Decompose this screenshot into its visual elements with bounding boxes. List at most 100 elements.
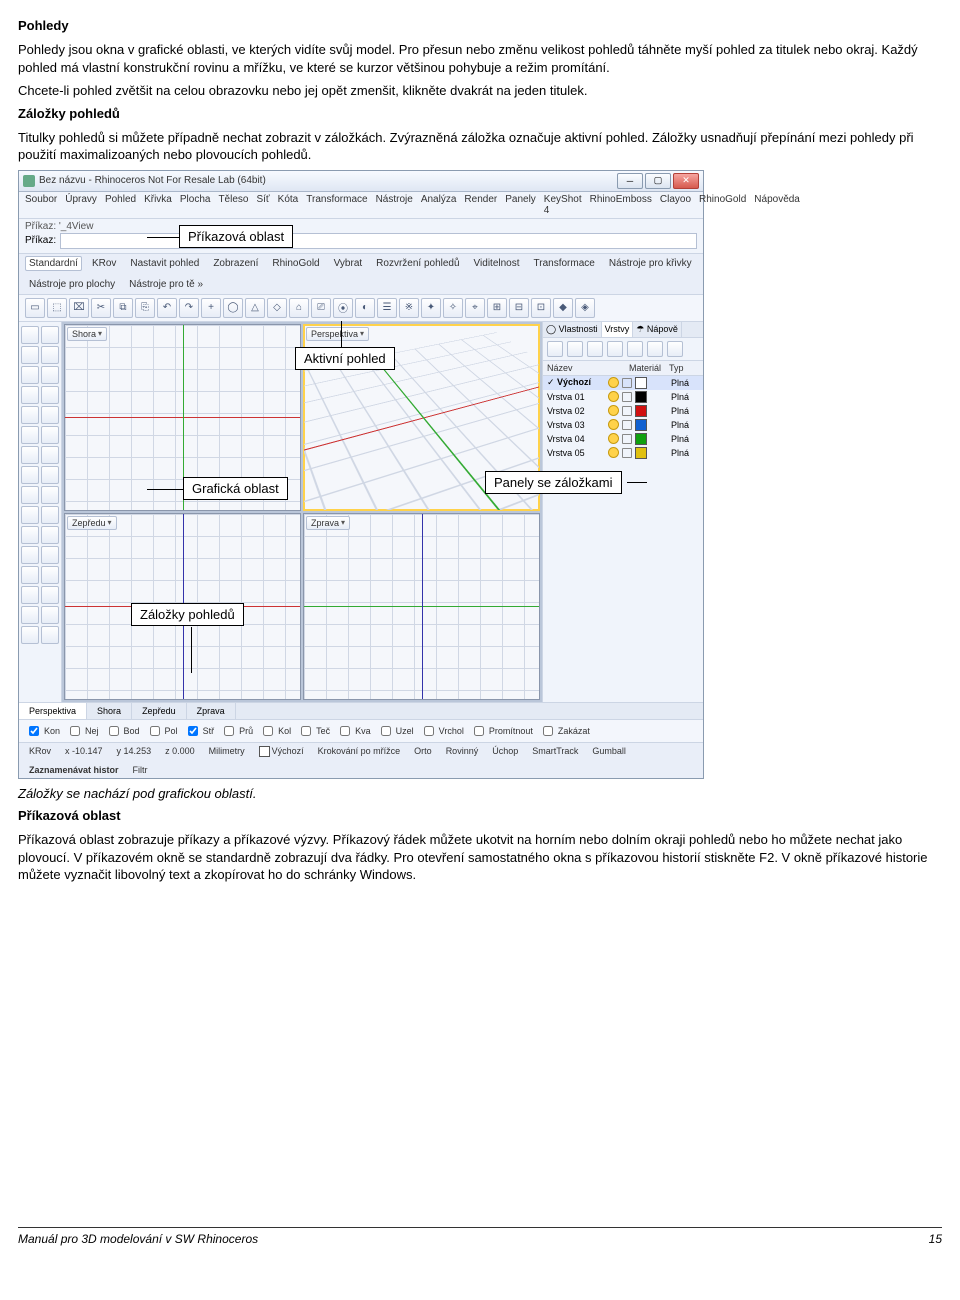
tool-button[interactable] xyxy=(21,466,39,484)
toolbar-button[interactable]: ⎚ xyxy=(311,298,331,318)
ribbon-tab[interactable]: Nástroje pro křivky xyxy=(605,256,696,271)
layer-tool-icon[interactable] xyxy=(587,341,603,357)
toolbar-button[interactable]: ✂ xyxy=(91,298,111,318)
tool-button[interactable] xyxy=(21,546,39,564)
layer-color-swatch[interactable] xyxy=(635,433,647,445)
tool-button[interactable] xyxy=(41,586,59,604)
ribbon-tab[interactable]: Nastavit pohled xyxy=(126,256,203,271)
tool-button[interactable] xyxy=(21,506,39,524)
tool-button[interactable] xyxy=(41,486,59,504)
tool-button[interactable] xyxy=(41,466,59,484)
status-filter[interactable]: Filtr xyxy=(129,764,152,776)
layer-lock-icon[interactable] xyxy=(622,434,632,444)
panel-tab[interactable]: Vrstvy xyxy=(602,322,634,337)
tool-button[interactable] xyxy=(21,626,39,644)
minimize-button[interactable]: ─ xyxy=(617,173,643,189)
tool-button[interactable] xyxy=(41,506,59,524)
layer-visibility-icon[interactable] xyxy=(608,419,619,430)
toolbar-button[interactable]: ✦ xyxy=(421,298,441,318)
layer-tool-icon[interactable] xyxy=(567,341,583,357)
osnap-option[interactable]: Zakázat xyxy=(539,723,590,739)
toolbar-button[interactable]: ◐ xyxy=(355,298,375,318)
menu-item[interactable]: Pohled xyxy=(105,194,136,216)
tool-button[interactable] xyxy=(41,366,59,384)
toolbar-button[interactable]: ✧ xyxy=(443,298,463,318)
tool-button[interactable] xyxy=(41,326,59,344)
layer-visibility-icon[interactable] xyxy=(608,447,619,458)
osnap-option[interactable]: Teč xyxy=(297,723,330,739)
tool-button[interactable] xyxy=(21,566,39,584)
menu-item[interactable]: KeyShot 4 xyxy=(544,194,582,216)
layer-color-swatch[interactable] xyxy=(635,419,647,431)
menu-item[interactable]: Analýza xyxy=(421,194,457,216)
toolbar-button[interactable]: ☰ xyxy=(377,298,397,318)
toolbar-button[interactable]: ⊡ xyxy=(531,298,551,318)
menu-item[interactable]: Nápověda xyxy=(754,194,800,216)
maximize-button[interactable]: ▢ xyxy=(645,173,671,189)
toolbar-button[interactable]: + xyxy=(201,298,221,318)
ribbon-tab[interactable]: Vybrat xyxy=(330,256,367,271)
tool-button[interactable] xyxy=(21,526,39,544)
menu-item[interactable]: Nástroje xyxy=(376,194,413,216)
layer-visibility-icon[interactable] xyxy=(608,433,619,444)
toolbar-button[interactable]: ⌂ xyxy=(289,298,309,318)
menu-item[interactable]: RhinoEmboss xyxy=(590,194,652,216)
toolbar-button[interactable]: ⊞ xyxy=(487,298,507,318)
tool-button[interactable] xyxy=(41,526,59,544)
toolbar-button[interactable]: ⎘ xyxy=(135,298,155,318)
osnap-option[interactable]: Uzel xyxy=(377,723,414,739)
menu-item[interactable]: Soubor xyxy=(25,194,57,216)
layer-visibility-icon[interactable] xyxy=(608,377,619,388)
layer-visibility-icon[interactable] xyxy=(608,405,619,416)
layer-visibility-icon[interactable] xyxy=(608,391,619,402)
layer-tool-icon[interactable] xyxy=(627,341,643,357)
toolbar-button[interactable]: ⌧ xyxy=(69,298,89,318)
toolbar-button[interactable]: ⧉ xyxy=(113,298,133,318)
menu-item[interactable]: Síť xyxy=(256,194,269,216)
tool-button[interactable] xyxy=(21,386,39,404)
command-input[interactable] xyxy=(60,233,697,249)
viewport-title-top[interactable]: Shora xyxy=(67,327,107,341)
toolbar-button[interactable]: ⬚ xyxy=(47,298,67,318)
toolbar-button[interactable]: △ xyxy=(245,298,265,318)
ribbon-tab[interactable]: Zobrazení xyxy=(209,256,262,271)
ribbon-tab[interactable]: Rozvržení pohledů xyxy=(372,256,463,271)
osnap-option[interactable]: Bod xyxy=(105,723,140,739)
osnap-option[interactable]: Kva xyxy=(336,723,371,739)
osnap-option[interactable]: Stř xyxy=(184,723,215,739)
status-planar[interactable]: Rovinný xyxy=(442,745,483,757)
status-gridsnap[interactable]: Krokování po mřížce xyxy=(314,745,405,757)
layer-tool-icon[interactable] xyxy=(647,341,663,357)
close-button[interactable]: ✕ xyxy=(673,173,699,189)
tool-button[interactable] xyxy=(41,346,59,364)
layer-lock-icon[interactable] xyxy=(622,406,632,416)
menu-item[interactable]: Kóta xyxy=(278,194,299,216)
tool-button[interactable] xyxy=(41,446,59,464)
tool-button[interactable] xyxy=(41,606,59,624)
status-record-history[interactable]: Zaznamenávat histor xyxy=(25,764,123,776)
osnap-option[interactable]: Kon xyxy=(25,723,60,739)
layer-color-swatch[interactable] xyxy=(635,447,647,459)
viewport-tab[interactable]: Shora xyxy=(87,703,132,719)
tool-button[interactable] xyxy=(21,426,39,444)
tool-button[interactable] xyxy=(21,326,39,344)
toolbar-button[interactable]: ↶ xyxy=(157,298,177,318)
layer-color-swatch[interactable] xyxy=(635,377,647,389)
tool-button[interactable] xyxy=(21,606,39,624)
ribbon-tab[interactable]: Viditelnost xyxy=(470,256,524,271)
tool-button[interactable] xyxy=(41,546,59,564)
layer-row[interactable]: Vrstva 03Plná xyxy=(543,418,703,432)
viewport-title-front[interactable]: Zepředu xyxy=(67,516,117,530)
layer-row[interactable]: Vrstva 01Plná xyxy=(543,390,703,404)
menu-item[interactable]: RhinoGold xyxy=(699,194,746,216)
menu-item[interactable]: Clayoo xyxy=(660,194,691,216)
status-osnap[interactable]: Úchop xyxy=(488,745,522,757)
status-ortho[interactable]: Orto xyxy=(410,745,436,757)
status-layer[interactable]: Výchozí xyxy=(255,745,308,758)
osnap-option[interactable]: Nej xyxy=(66,723,99,739)
toolbar-button[interactable]: ⊟ xyxy=(509,298,529,318)
tool-button[interactable] xyxy=(41,426,59,444)
layer-lock-icon[interactable] xyxy=(622,392,632,402)
tool-button[interactable] xyxy=(41,566,59,584)
layer-row[interactable]: Vrstva 05Plná xyxy=(543,446,703,460)
